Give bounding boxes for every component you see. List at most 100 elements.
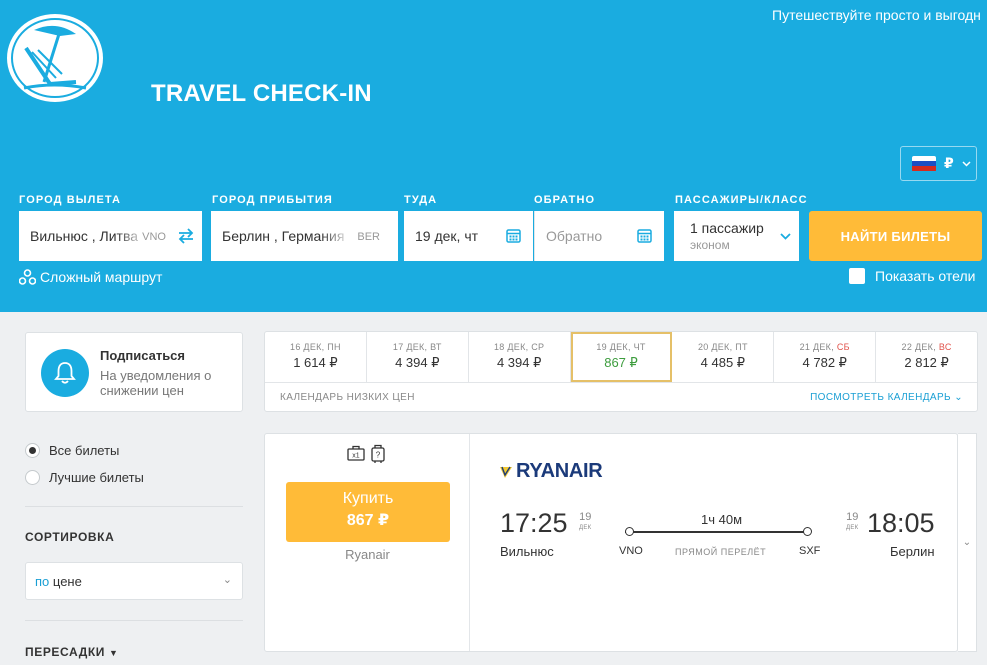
sort-prefix: по — [35, 573, 50, 589]
filter-divider — [25, 620, 243, 621]
sort-select[interactable]: по цене ⌄ — [25, 562, 243, 600]
return-date-input[interactable]: Обратно — [546, 228, 602, 244]
baggage-info[interactable]: x1 ? — [347, 444, 385, 464]
calendar-day[interactable]: 20 ДЕК, ПТ 4 485 ₽ — [672, 332, 775, 382]
baggage-count: x1 — [352, 453, 360, 460]
chevron-down-icon: ⌄ — [222, 574, 232, 586]
carry-on-status: ? — [376, 451, 381, 460]
calendar-day-date: 21 ДЕК, СБ — [774, 342, 875, 352]
calendar-day-date-text: 22 ДЕК, — [901, 342, 936, 352]
calendar-day-selected[interactable]: 19 ДЕК, ЧТ 867 ₽ — [570, 332, 673, 382]
arrival-airport-code: SXF — [799, 545, 821, 557]
arrival-month: ДЕК — [846, 525, 859, 531]
calendar-day[interactable]: 21 ДЕК, СБ 4 782 ₽ — [774, 332, 877, 382]
search-hero: Путешествуйте просто и выгодн TRAVEL CHE… — [0, 0, 987, 312]
tagline: Путешествуйте просто и выгодн — [772, 7, 981, 23]
calendar-day-price: 867 ₽ — [604, 355, 638, 370]
route-nodes-icon — [19, 269, 36, 285]
swap-arrows-icon[interactable] — [178, 228, 194, 244]
transfers-filter-toggle[interactable]: ПЕРЕСАДКИ ▼ — [25, 645, 118, 659]
best-tickets-option[interactable]: Лучшие билеты — [25, 470, 144, 485]
depart-date-input[interactable]: 19 дек, чт — [415, 228, 490, 244]
calendar-day[interactable]: 17 ДЕК, ВТ 4 394 ₽ — [367, 332, 469, 382]
calendar-day[interactable]: 18 ДЕК, СР 4 394 ₽ — [469, 332, 571, 382]
subscribe-description: На уведомления о снижении цен — [100, 368, 212, 398]
arrival-date: 19 ДЕК — [846, 512, 858, 534]
radio-selected[interactable] — [25, 443, 40, 458]
transfers-title: ПЕРЕСАДКИ — [25, 645, 106, 659]
origin-label: ГОРОД ВЫЛЕТА — [19, 194, 122, 206]
all-tickets-option[interactable]: Все билеты — [25, 443, 119, 458]
calendar-day-price: 4 782 ₽ — [802, 355, 847, 370]
calendar-day-price: 1 614 ₽ — [293, 355, 338, 370]
passengers-field[interactable]: 1 пассажир эконом — [674, 211, 799, 261]
ticket-card: x1 ? Купить 867 ₽ Ryanair RYANAIR 17:25 … — [264, 433, 958, 652]
destination-field[interactable]: Берлин , Германия BER — [211, 211, 398, 261]
destination-label: ГОРОД ПРИБЫТИЯ — [212, 194, 333, 206]
return-date-field[interactable]: Обратно — [534, 211, 664, 261]
buy-button[interactable]: Купить 867 ₽ — [286, 482, 450, 542]
calendar-footer-title: КАЛЕНДАРЬ НИЗКИХ ЦЕН — [280, 392, 415, 403]
calendar-days: 16 ДЕК, ПН 1 614 ₽ 17 ДЕК, ВТ 4 394 ₽ 18 Д… — [265, 332, 977, 383]
sort-value: цене — [52, 573, 82, 589]
airline-logo: RYANAIR — [499, 460, 603, 483]
complex-route-label: Сложный маршрут — [40, 269, 163, 285]
ticket-price: 867 ₽ — [346, 512, 390, 529]
chevron-down-icon — [962, 160, 971, 167]
view-calendar-label: ПОСМОТРЕТЬ КАЛЕНДАРЬ — [810, 392, 952, 403]
calendar-day-price: 2 812 ₽ — [904, 355, 949, 370]
bell-icon — [54, 362, 76, 384]
chevron-down-icon: ⌄ — [962, 537, 972, 548]
departure-day: 19 — [579, 511, 592, 523]
calendar-day-price: 4 394 ₽ — [395, 355, 440, 370]
arrival-city: Берлин — [890, 544, 935, 559]
sort-title: СОРТИРОВКА — [25, 530, 115, 544]
show-hotels-checkbox[interactable] — [849, 268, 865, 284]
airline-name: Ryanair — [345, 547, 390, 562]
language-currency-selector[interactable]: ₽ — [900, 146, 977, 181]
departure-month: ДЕК — [579, 525, 592, 531]
show-hotels-toggle[interactable]: Показать отели — [849, 268, 975, 284]
departure-date: 19 ДЕК — [579, 512, 591, 534]
expand-ticket-button[interactable]: ⌄ — [958, 433, 977, 652]
passengers-label: ПАССАЖИРЫ/КЛАСС — [675, 194, 808, 206]
calendar-day-price: 4 485 ₽ — [700, 355, 746, 370]
show-hotels-label: Показать отели — [875, 268, 976, 284]
chevron-down-icon: ⌄ — [954, 392, 963, 403]
calendar-day-date: 16 ДЕК, ПН — [290, 342, 341, 352]
calendar-day-date: 20 ДЕК, ПТ — [697, 342, 748, 352]
weekend-day-label: ВС — [938, 342, 952, 352]
arrival-time: 18:05 — [867, 508, 935, 538]
return-label: ОБРАТНО — [534, 194, 596, 206]
chevron-down-icon — [780, 233, 791, 240]
calendar-icon — [637, 229, 652, 243]
brand-title: TRAVEL CHECK-IN — [151, 80, 372, 107]
find-tickets-button[interactable]: НАЙТИ БИЛЕТЫ — [809, 211, 982, 261]
departure-time: 17:25 — [500, 508, 568, 538]
ticket-purchase-panel: x1 ? Купить 867 ₽ Ryanair — [265, 434, 470, 651]
caret-down-icon: ▼ — [108, 648, 119, 658]
radio-unselected[interactable] — [25, 470, 40, 485]
destination-dot — [803, 527, 812, 536]
subscribe-title: Подписаться — [100, 348, 186, 363]
price-alert-card[interactable]: Подписаться На уведомления о снижении це… — [25, 332, 243, 412]
flight-duration: 1ч 40м — [697, 512, 747, 527]
russia-flag-icon — [912, 155, 936, 172]
passenger-count: 1 пассажир — [690, 220, 764, 236]
calendar-day-date: 18 ДЕК, СР — [493, 342, 545, 352]
buy-label: Купить — [342, 490, 394, 507]
view-calendar-link[interactable]: ПОСМОТРЕТЬ КАЛЕНДАРЬ ⌄ — [810, 392, 963, 403]
origin-field[interactable]: Вильнюс , Литва VNO — [19, 211, 202, 261]
calendar-day[interactable]: 22 ДЕК, ВС 2 812 ₽ — [876, 332, 977, 382]
bell-icon-badge — [41, 349, 89, 397]
beach-chair-logo[interactable] — [4, 12, 106, 104]
ryanair-harp-icon — [500, 466, 512, 478]
depart-label: ТУДА — [404, 194, 438, 206]
destination-code: BER — [357, 231, 380, 243]
direct-flight-label: ПРЯМОЙ ПЕРЕЛЁТ — [675, 547, 767, 557]
calendar-day[interactable]: 16 ДЕК, ПН 1 614 ₽ — [265, 332, 367, 382]
complex-route-link[interactable]: Сложный маршрут — [19, 269, 162, 285]
route-line — [625, 531, 810, 533]
depart-date-field[interactable]: 19 дек, чт — [404, 211, 533, 261]
weekend-day-label: СБ — [836, 342, 850, 352]
